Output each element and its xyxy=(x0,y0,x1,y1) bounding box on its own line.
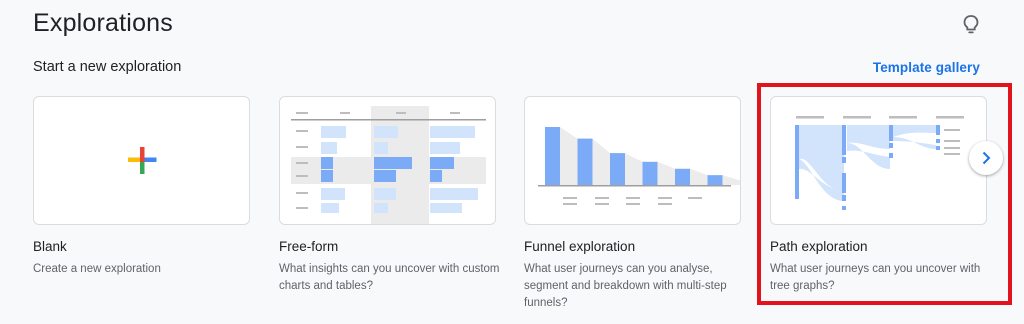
next-button[interactable] xyxy=(969,141,1003,175)
table-illustration xyxy=(291,106,486,224)
funnel-illustration xyxy=(538,127,741,205)
page-title: Explorations xyxy=(33,9,173,37)
funnel-thumbnail[interactable] xyxy=(524,96,741,225)
card-description: What insights can you uncover with custo… xyxy=(279,263,500,292)
funnel-dropoff xyxy=(722,175,740,185)
funnel-exploration-card[interactable]: Funnel exploration What user journeys ca… xyxy=(524,96,741,312)
funnel-bar xyxy=(610,153,625,185)
blank-thumbnail[interactable] xyxy=(33,96,250,225)
funnel-dropoff xyxy=(625,153,643,185)
card-title: Path exploration xyxy=(770,239,868,254)
path-thumbnail[interactable] xyxy=(770,96,987,225)
section-title: Start a new exploration xyxy=(33,59,182,75)
free-form-card[interactable]: Free-form What insights can you uncover … xyxy=(279,96,500,295)
funnel-bar xyxy=(707,175,723,185)
card-title: Free-form xyxy=(279,239,339,254)
funnel-bar xyxy=(577,138,593,185)
blank-card[interactable]: Blank Create a new exploration xyxy=(33,96,250,278)
card-description: What user journeys can you uncover with … xyxy=(770,263,981,292)
card-title: Funnel exploration xyxy=(524,239,636,254)
funnel-bar xyxy=(675,168,690,185)
funnel-bar xyxy=(545,127,560,185)
card-title: Blank xyxy=(33,239,67,254)
card-description: What user journeys can you analyse, segm… xyxy=(524,263,727,309)
template-gallery-link[interactable]: Template gallery xyxy=(873,60,980,75)
lightbulb-icon[interactable] xyxy=(961,14,981,36)
free-form-thumbnail[interactable] xyxy=(279,96,496,225)
funnel-bar xyxy=(642,161,658,185)
funnel-dropoff xyxy=(657,161,675,185)
funnel-dropoff xyxy=(690,168,708,185)
path-exploration-card[interactable]: Path exploration What user journeys can … xyxy=(770,96,987,295)
funnel-dropoff xyxy=(592,138,610,185)
funnel-dropoff xyxy=(560,127,578,185)
card-description: Create a new exploration xyxy=(33,263,161,275)
funnel-bar xyxy=(740,180,741,185)
chevron-right-icon xyxy=(982,151,991,165)
path-tree-illustration xyxy=(795,116,964,210)
